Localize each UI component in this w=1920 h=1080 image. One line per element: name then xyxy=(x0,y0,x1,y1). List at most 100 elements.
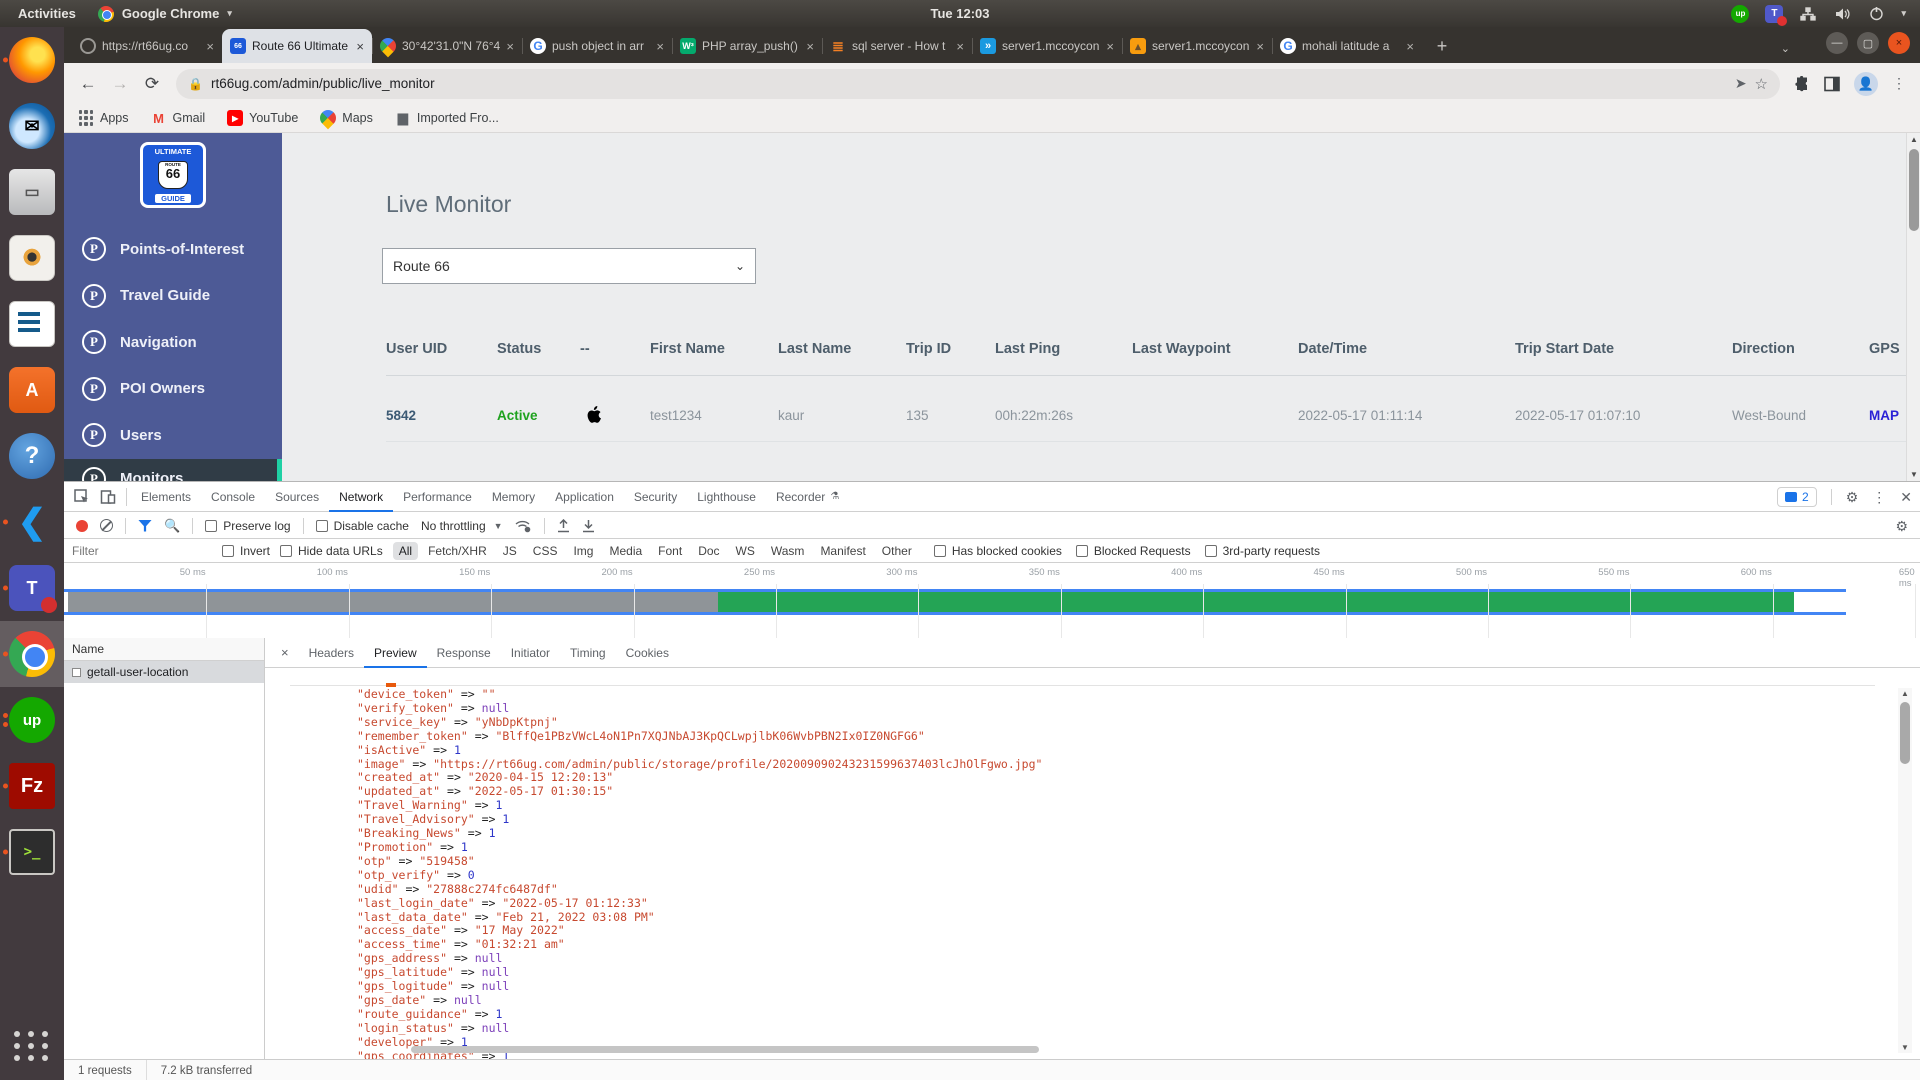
forward-button[interactable]: → xyxy=(106,70,134,98)
show-applications-button[interactable] xyxy=(0,1018,64,1074)
app-menu-title[interactable]: Google Chrome xyxy=(122,6,220,21)
devtools-tab-elements[interactable]: Elements xyxy=(131,482,201,512)
table-header-cell[interactable]: Last Ping xyxy=(995,341,1132,357)
tab-search-chevron-icon[interactable]: ⌄ xyxy=(1781,42,1790,55)
network-overview-timeline[interactable]: 50 ms100 ms150 ms200 ms250 ms300 ms350 m… xyxy=(64,564,1920,641)
bookmark-maps[interactable]: Maps xyxy=(320,110,373,126)
detail-tab-preview[interactable]: Preview xyxy=(364,638,427,668)
record-button[interactable] xyxy=(76,520,88,532)
devtools-tab-application[interactable]: Application xyxy=(545,482,624,512)
devtools-tab-network[interactable]: Network xyxy=(329,482,393,512)
filter-type-wasm[interactable]: Wasm xyxy=(765,542,811,560)
devtools-tab-performance[interactable]: Performance xyxy=(393,482,482,512)
sidebar-item-poi-owners[interactable]: P POI Owners xyxy=(64,366,282,413)
route66-logo[interactable]: ULTIMATE ROUTE 66 GUIDE xyxy=(140,142,206,208)
tab-close-icon[interactable]: × xyxy=(506,39,514,54)
reload-button[interactable]: ⟳ xyxy=(138,70,166,98)
dock-item-filezilla[interactable]: Fz xyxy=(0,753,64,819)
browser-tab[interactable]: ≣ sql server - How t × xyxy=(822,29,972,63)
devtools-tab-console[interactable]: Console xyxy=(201,482,265,512)
chevron-down-icon[interactable]: ▾ xyxy=(1901,8,1906,19)
table-header-cell[interactable]: GPS xyxy=(1869,341,1906,357)
volume-icon[interactable] xyxy=(1833,5,1851,23)
detail-tab-headers[interactable]: Headers xyxy=(299,638,364,668)
filter-input[interactable] xyxy=(72,544,212,558)
network-settings-gear-icon[interactable]: ⚙ xyxy=(1895,518,1908,535)
devtools-tab-recorder[interactable]: Recorder⚗ xyxy=(766,482,849,512)
bookmark-imported-fro-[interactable]: ▆Imported Fro... xyxy=(395,110,499,126)
browser-tab[interactable]: ▴ server1.mccoycon × xyxy=(1122,29,1272,63)
clock[interactable]: Tue 12:03 xyxy=(930,6,989,21)
scroll-up-icon[interactable]: ▲ xyxy=(1910,135,1918,144)
table-header-cell[interactable]: User UID xyxy=(386,341,497,357)
table-header-cell[interactable]: Trip ID xyxy=(906,341,995,357)
power-icon[interactable] xyxy=(1867,5,1885,23)
dock-item-vscode[interactable]: ❮ xyxy=(0,489,64,555)
filter-type-img[interactable]: Img xyxy=(567,542,599,560)
devtools-tab-sources[interactable]: Sources xyxy=(265,482,329,512)
hide-data-urls-checkbox[interactable]: Hide data URLs xyxy=(280,544,383,558)
import-har-icon[interactable] xyxy=(557,519,570,533)
browser-tab[interactable]: G mohali latitude a × xyxy=(1272,29,1422,63)
table-header-cell[interactable]: Trip Start Date xyxy=(1515,341,1732,357)
browser-menu-icon[interactable]: ⋮ xyxy=(1892,75,1906,92)
dock-item-help[interactable]: ? xyxy=(0,423,64,489)
filter-type-font[interactable]: Font xyxy=(652,542,688,560)
url-text[interactable]: rt66ug.com/admin/public/live_monitor xyxy=(211,76,1727,91)
tab-close-icon[interactable]: × xyxy=(656,39,664,54)
dock-item-writer[interactable] xyxy=(0,291,64,357)
detail-tab-response[interactable]: Response xyxy=(427,638,501,668)
bookmark-star-icon[interactable]: ☆ xyxy=(1755,75,1768,93)
dock-item-rhythmbox[interactable] xyxy=(0,225,64,291)
window-close-button[interactable]: × xyxy=(1888,32,1910,54)
extensions-puzzle-icon[interactable] xyxy=(1794,76,1810,92)
activities-button[interactable]: Activities xyxy=(18,6,76,21)
devtools-tab-memory[interactable]: Memory xyxy=(482,482,545,512)
tab-close-icon[interactable]: × xyxy=(356,39,364,54)
invert-checkbox[interactable]: Invert xyxy=(222,544,270,558)
dock-item-teams[interactable]: T xyxy=(0,555,64,621)
dock-item-software[interactable]: A xyxy=(0,357,64,423)
inspect-element-icon[interactable] xyxy=(74,489,90,505)
requests-name-header[interactable]: Name xyxy=(64,638,264,661)
filter-type-all[interactable]: All xyxy=(393,542,418,560)
table-cell[interactable]: MAP xyxy=(1869,408,1906,423)
devtools-close-icon[interactable]: ✕ xyxy=(1900,489,1912,506)
page-scrollbar[interactable]: ▲ ▼ xyxy=(1906,133,1920,481)
detail-tab-timing[interactable]: Timing xyxy=(560,638,616,668)
filter-funnel-icon[interactable] xyxy=(138,520,152,532)
table-header-cell[interactable]: Last Waypoint xyxy=(1132,341,1298,357)
dock-item-firefox[interactable] xyxy=(0,27,64,93)
devtools-menu-icon[interactable]: ⋮ xyxy=(1872,489,1886,506)
browser-tab[interactable]: 30°42'31.0"N 76°4 × xyxy=(372,29,522,63)
filter-type-css[interactable]: CSS xyxy=(527,542,564,560)
dock-item-thunderbird[interactable]: ✉ xyxy=(0,93,64,159)
network-icon[interactable] xyxy=(1799,5,1817,23)
sidebar-item-users[interactable]: P Users xyxy=(64,412,282,459)
table-header-cell[interactable]: Status xyxy=(497,341,580,357)
devtools-tab-lighthouse[interactable]: Lighthouse xyxy=(687,482,766,512)
route-select[interactable]: Route 66 ⌄ xyxy=(382,248,756,284)
preview-scrollbar-thumb[interactable] xyxy=(1900,702,1910,764)
lock-icon[interactable]: 🔒 xyxy=(188,77,203,91)
sidebar-item-travel-guide[interactable]: P Travel Guide xyxy=(64,273,282,320)
tab-close-icon[interactable]: × xyxy=(1256,39,1264,54)
filter-type-manifest[interactable]: Manifest xyxy=(814,542,871,560)
dock-item-chrome[interactable] xyxy=(0,621,64,687)
dock-item-archive[interactable] xyxy=(0,159,64,225)
side-panel-icon[interactable] xyxy=(1824,76,1840,92)
issues-counter[interactable]: 2 xyxy=(1777,487,1817,507)
filter-type-other[interactable]: Other xyxy=(876,542,918,560)
network-conditions-icon[interactable] xyxy=(515,519,532,533)
filter-type-media[interactable]: Media xyxy=(603,542,648,560)
page-scrollbar-thumb[interactable] xyxy=(1909,149,1919,231)
scroll-up-icon[interactable]: ▲ xyxy=(1901,689,1909,698)
sidebar-item-points-of-interest[interactable]: P Points-of-Interest xyxy=(64,226,282,273)
new-tab-button[interactable]: + xyxy=(1428,32,1456,60)
browser-tab[interactable]: https://rt66ug.co × xyxy=(72,29,222,63)
dock-item-terminal[interactable]: >_ xyxy=(0,819,64,885)
devtools-tab-security[interactable]: Security xyxy=(624,482,687,512)
preserve-log-checkbox[interactable]: Preserve log xyxy=(205,519,290,533)
detail-tab-initiator[interactable]: Initiator xyxy=(501,638,560,668)
request-row[interactable]: getall-user-location xyxy=(64,661,264,683)
